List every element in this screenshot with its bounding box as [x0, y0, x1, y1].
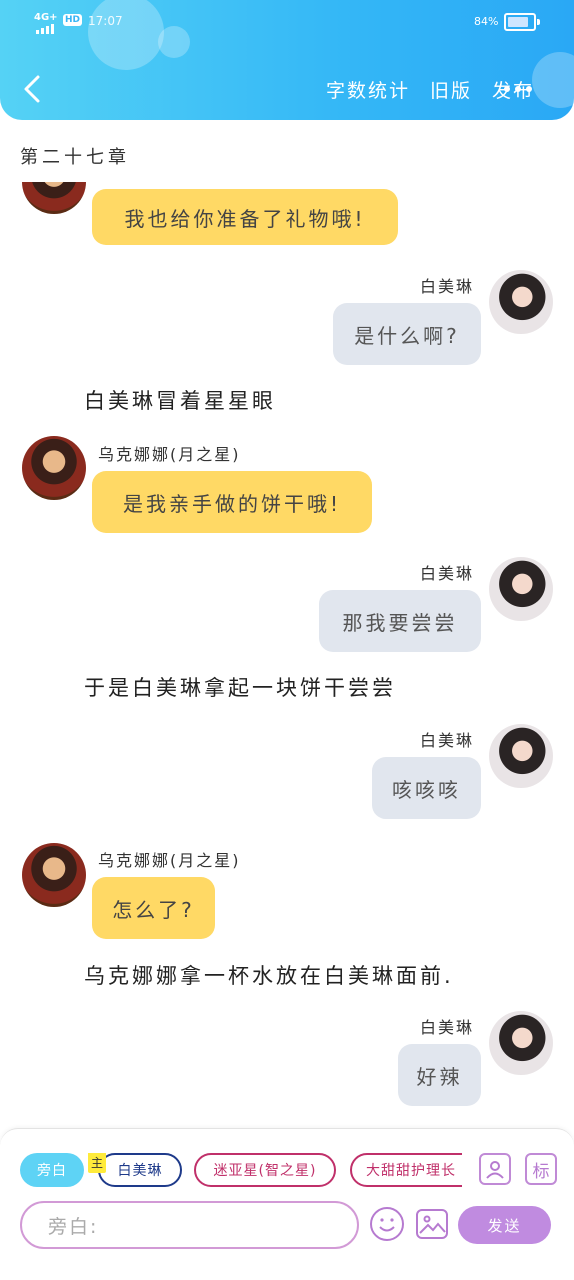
- back-button[interactable]: [18, 72, 46, 106]
- avatar-ukenana[interactable]: [22, 843, 86, 907]
- user-card-icon: [486, 1161, 504, 1179]
- hd-badge: HD: [63, 14, 83, 26]
- chevron-left-icon: [24, 75, 40, 103]
- word-count-button[interactable]: 字数统计: [326, 76, 410, 103]
- speaker-name: 白美琳: [420, 731, 475, 750]
- status-bar: 4G+ HD 17:07 84%: [0, 10, 574, 34]
- message-bubble[interactable]: 怎么了?: [92, 877, 215, 939]
- image-button[interactable]: [416, 1209, 448, 1239]
- avatar-baimeilin[interactable]: [489, 557, 553, 621]
- avatar-baimeilin[interactable]: [489, 724, 553, 788]
- role-selector: 旁白 白美琳 主 迷亚星(智之星) 大甜甜护理长: [20, 1153, 462, 1189]
- mark-icon: 标: [532, 1161, 550, 1182]
- message-list[interactable]: 我也给你准备了礼物哦! 白美琳 是什么啊? 白美琳冒着星星眼 乌克娜娜(月之星)…: [0, 182, 574, 1127]
- header-actions: 字数统计 旧版 发布: [326, 76, 534, 103]
- input-placeholder: 旁白:: [48, 1215, 99, 1238]
- speaker-name: 白美琳: [420, 1018, 475, 1037]
- message-bubble[interactable]: 咳咳咳: [372, 757, 481, 819]
- old-version-button[interactable]: 旧版: [430, 76, 472, 103]
- character-button[interactable]: [479, 1153, 511, 1185]
- message-bubble[interactable]: 好辣: [398, 1044, 481, 1106]
- send-button[interactable]: 发送: [458, 1206, 551, 1244]
- battery-cap: [537, 19, 540, 25]
- app-header: 4G+ HD 17:07 84% 字数统计 旧版 发布: [0, 0, 574, 120]
- decor-bubble: [532, 52, 574, 108]
- smile-icon: [379, 1218, 395, 1232]
- speaker-name: 乌克娜娜(月之星): [98, 445, 241, 464]
- avatar-baimeilin[interactable]: [489, 1011, 553, 1075]
- image-icon: [419, 1215, 446, 1234]
- narration-text[interactable]: 白美琳冒着星星眼: [84, 385, 276, 415]
- avatar-ukenana[interactable]: [22, 436, 86, 500]
- message-bubble[interactable]: 是我亲手做的饼干哦!: [92, 471, 372, 533]
- message-bubble[interactable]: 那我要尝尝: [319, 590, 481, 652]
- battery-icon: [504, 13, 536, 31]
- role-chip-aside[interactable]: 旁白: [20, 1153, 84, 1187]
- emoji-button[interactable]: [370, 1207, 404, 1241]
- main-role-tag: 主: [88, 1153, 106, 1173]
- network-label: 4G+: [34, 12, 58, 23]
- battery-fill: [508, 17, 529, 27]
- more-menu-icon[interactable]: [504, 86, 532, 92]
- role-chip-miyaxing[interactable]: 迷亚星(智之星): [194, 1153, 336, 1187]
- chapter-title[interactable]: 第二十七章: [20, 143, 130, 169]
- battery-percent: 84%: [474, 15, 499, 28]
- speaker-name: 乌克娜娜(月之星): [98, 851, 241, 870]
- clock: 17:07: [88, 14, 123, 28]
- avatar-baimeilin[interactable]: [489, 270, 553, 334]
- message-bubble[interactable]: 我也给你准备了礼物哦!: [92, 189, 398, 245]
- speaker-name: 白美琳: [420, 564, 475, 583]
- message-bubble[interactable]: 是什么啊?: [333, 303, 481, 365]
- message-input[interactable]: 旁白:: [20, 1201, 359, 1249]
- compose-panel: 旁白 白美琳 主 迷亚星(智之星) 大甜甜护理长 标 旁白: 发送: [0, 1128, 574, 1280]
- role-chip-datiantian[interactable]: 大甜甜护理长: [350, 1153, 462, 1187]
- speaker-name: 白美琳: [420, 277, 475, 296]
- narration-text[interactable]: 乌克娜娜拿一杯水放在白美琳面前.: [84, 960, 454, 990]
- role-chip-baimeilin[interactable]: 白美琳: [98, 1153, 182, 1187]
- mark-button[interactable]: 标: [525, 1153, 557, 1185]
- avatar-ukenana[interactable]: [22, 182, 86, 214]
- signal-icon: [36, 24, 54, 34]
- narration-text[interactable]: 于是白美琳拿起一块饼干尝尝: [84, 672, 396, 702]
